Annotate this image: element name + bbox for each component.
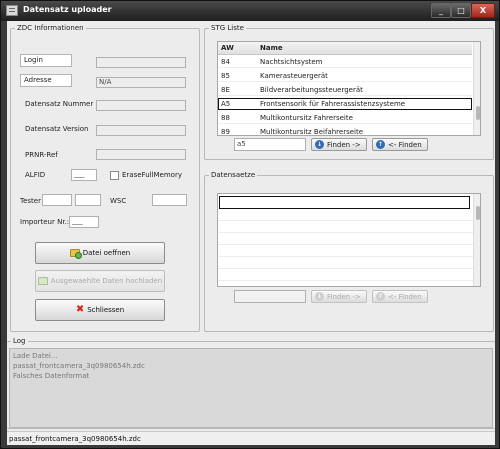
arrow-down-icon: ↓ [315, 140, 324, 149]
log-line: passat_frontcamera_3q0980654h.zdc [13, 362, 145, 370]
stg-table-header: AW Name [218, 42, 472, 55]
stg-scrollbar[interactable] [473, 42, 480, 135]
grid-line [218, 244, 474, 245]
upload-selected-button-label: Ausgewaehlte Daten hochladen [50, 277, 163, 285]
grid-line [218, 220, 474, 221]
table-row[interactable]: 84 Nachtsichtsystem [218, 56, 472, 68]
upload-icon [37, 277, 48, 285]
stg-scrollbar-thumb[interactable] [476, 106, 480, 120]
row-name: Nachtsichtsystem [260, 58, 323, 66]
arrow-down-icon: ↓ [315, 292, 324, 301]
open-folder-icon [69, 249, 82, 259]
importeur-label: Importeur Nr.: [20, 218, 70, 226]
row-aw: 88 [221, 114, 230, 122]
datensaetze-find-prev-button[interactable]: ↑ <- Finden [372, 290, 428, 303]
open-file-button-label: Datei oeffnen [82, 249, 131, 257]
tester-field-2[interactable] [75, 194, 101, 206]
minimize-button[interactable]: _ [431, 3, 451, 18]
stg-find-prev-button[interactable]: ↑ <- Finden [372, 138, 428, 151]
client-area: ZDC Informationen Login Adresse N/A Date… [7, 21, 495, 445]
title-bar[interactable]: Datensatz uploader _ □ X [1, 1, 499, 21]
tester-field[interactable] [42, 194, 72, 206]
col-name-header[interactable]: Name [260, 44, 283, 52]
stg-table[interactable]: AW Name 84 Nachtsichtsystem 85 Kameraste… [217, 41, 481, 136]
datensatz-version-field[interactable] [96, 125, 186, 136]
row-name: Multikontursitz Beifahrerseite [260, 128, 364, 136]
close-button-label: Schliessen [87, 306, 125, 314]
window-title: Datensatz uploader [23, 5, 112, 14]
datensatz-nummer-label: Datensatz Nummer [25, 100, 94, 108]
stg-find-next-button[interactable]: ↓ Finden -> [311, 138, 367, 151]
login-label: Login [20, 54, 72, 67]
datensaetze-search-input[interactable] [234, 290, 306, 303]
erase-full-memory-checkbox[interactable] [110, 171, 119, 180]
alfid-field[interactable]: ___ [71, 169, 97, 181]
col-aw-header[interactable]: AW [221, 44, 234, 52]
app-icon [6, 5, 18, 16]
app-window: Datensatz uploader _ □ X ZDC Information… [0, 0, 500, 449]
datensaetze-scrollbar[interactable] [473, 194, 480, 286]
close-x-icon: ✖ [75, 304, 85, 315]
maximize-button[interactable]: □ [451, 3, 471, 18]
stg-search-input[interactable]: a5 [234, 138, 306, 151]
alfid-label: ALFID [25, 171, 46, 179]
row-name: Multikontursitz Fahrerseite [260, 114, 353, 122]
datensaetze-find-next-label: Finden -> [327, 292, 361, 301]
row-aw: 89 [221, 128, 230, 136]
arrow-up-icon: ↑ [376, 140, 385, 149]
datensaetze-title: Datensaetze [211, 171, 256, 179]
close-button[interactable]: ✖ Schliessen [35, 299, 165, 321]
log-box[interactable]: Lade Datei... passat_frontcamera_3q09806… [9, 348, 493, 428]
stg-find-prev-label: <- Finden [388, 140, 422, 149]
table-row-selected[interactable]: A5 Frontsensorik für Fahrerassistenzsyst… [218, 98, 472, 110]
wsc-label: WSC [110, 197, 127, 205]
datensaetze-grid[interactable] [217, 193, 481, 287]
importeur-field[interactable]: ___ [69, 216, 99, 228]
grid-line [218, 268, 474, 269]
grid-line [218, 280, 474, 281]
row-aw: A5 [221, 100, 231, 108]
prnr-ref-field[interactable] [96, 149, 186, 160]
row-aw: 84 [221, 58, 230, 66]
log-line: Falsches Datenformat [13, 372, 90, 380]
status-bar: passat_frontcamera_3q0980654h.zdc [7, 431, 495, 445]
log-title: Log [13, 337, 26, 345]
zdc-info-title: ZDC Informationen [17, 24, 84, 32]
wsc-field[interactable] [152, 194, 187, 206]
datensaetze-scrollbar-thumb[interactable] [476, 206, 480, 220]
erase-full-memory-label: EraseFullMemory [122, 171, 182, 179]
row-aw: 8E [221, 86, 230, 94]
datensaetze-find-prev-label: <- Finden [388, 292, 422, 301]
row-name: Kamerasteuergerät [260, 72, 328, 80]
row-name: Frontsensorik für Fahrerassistenzsysteme [260, 100, 406, 108]
arrow-up-icon: ↑ [376, 292, 385, 301]
close-window-button[interactable]: X [471, 3, 495, 18]
grid-line [218, 256, 474, 257]
tester-label: Tester [20, 197, 41, 205]
table-row[interactable]: 88 Multikontursitz Fahrerseite [218, 112, 472, 124]
datensaetze-find-next-button[interactable]: ↓ Finden -> [311, 290, 367, 303]
open-file-button[interactable]: Datei oeffnen [35, 242, 165, 264]
datensatz-version-label: Datensatz Version [25, 125, 89, 133]
table-row[interactable]: 89 Multikontursitz Beifahrerseite [218, 126, 472, 136]
table-row[interactable]: 85 Kamerasteuergerät [218, 70, 472, 82]
table-row[interactable]: 8E Bildverarbeitungssteuergerät [218, 84, 472, 96]
login-field[interactable] [96, 57, 186, 68]
row-name: Bildverarbeitungssteuergerät [260, 86, 363, 94]
adresse-field[interactable]: N/A [96, 77, 186, 88]
prnr-ref-label: PRNR-Ref [25, 151, 58, 159]
log-line: Lade Datei... [13, 352, 58, 360]
stg-list-title: STG Liste [211, 24, 244, 32]
upload-selected-button[interactable]: Ausgewaehlte Daten hochladen [35, 270, 165, 292]
adresse-label: Adresse [20, 74, 72, 87]
grid-line [218, 232, 474, 233]
row-aw: 85 [221, 72, 230, 80]
datensatz-nummer-field[interactable] [96, 100, 186, 111]
datensaetze-selected-row[interactable] [219, 196, 470, 209]
stg-find-next-label: Finden -> [327, 140, 361, 149]
